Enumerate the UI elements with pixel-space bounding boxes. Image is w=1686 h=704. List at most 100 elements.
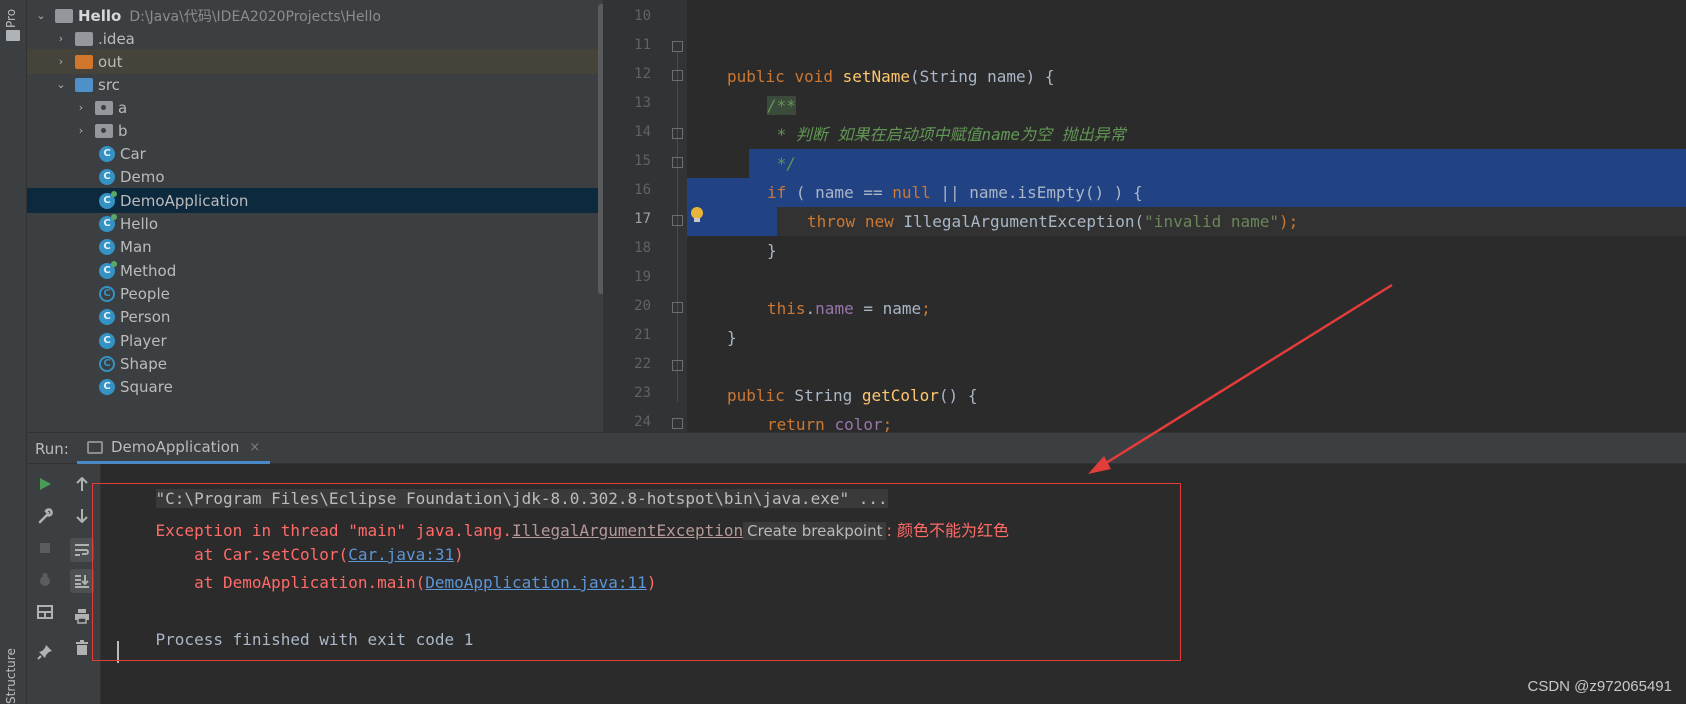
tree-item-car[interactable]: C Car (27, 141, 603, 166)
class-icon: C (99, 238, 115, 255)
tree-item-label: .idea (98, 29, 135, 48)
runnable-class-icon: C (99, 190, 117, 209)
class-icon: C (99, 168, 115, 185)
tree-item-person[interactable]: C Person (27, 304, 603, 329)
abstract-class-icon: C (99, 285, 115, 302)
line-number: 14 (634, 124, 651, 140)
runnable-class-icon: C (99, 213, 117, 232)
line-number: 12 (634, 66, 651, 82)
tree-item-label: Car (120, 144, 146, 163)
code-line-15: if ( name == null || name.isEmpty() ) { (767, 183, 1143, 202)
chevron-down-icon[interactable]: ⌄ (53, 78, 69, 91)
tree-item-src[interactable]: ⌄ src (27, 72, 603, 97)
fold-marker-icon[interactable] (672, 215, 683, 226)
chevron-right-icon[interactable]: › (53, 55, 69, 68)
scroll-to-end-icon[interactable] (70, 569, 94, 593)
tree-item-package-b[interactable]: › b (27, 118, 603, 143)
chevron-down-icon[interactable]: ⌄ (33, 9, 49, 22)
package-icon (95, 100, 113, 115)
tree-item-hello[interactable]: C Hello (27, 211, 603, 236)
chevron-right-icon[interactable]: › (73, 101, 89, 114)
tree-item-idea[interactable]: › .idea (27, 26, 603, 51)
line-number: 11 (634, 37, 651, 53)
code-editor[interactable]: public void setName(String name) { /** *… (687, 0, 1686, 432)
line-number: 23 (634, 385, 651, 401)
code-line-22: public String getColor() { (727, 386, 978, 405)
tree-item-label: DemoApplication (120, 191, 249, 210)
run-tab-demoapplication[interactable]: DemoApplication × (77, 433, 271, 464)
class-icon: C (99, 145, 115, 162)
excluded-folder-icon (75, 54, 93, 69)
tree-item-method[interactable]: C Method (27, 258, 603, 283)
line-number: 20 (634, 298, 651, 314)
stack-trace-link[interactable]: DemoApplication.java:11 (425, 573, 647, 592)
rerun-icon[interactable] (33, 472, 57, 496)
tree-item-player[interactable]: C Player (27, 328, 603, 353)
line-number: 22 (634, 356, 651, 372)
debug-bug-icon[interactable] (33, 568, 57, 592)
tree-item-label: out (98, 52, 123, 71)
lightbulb-icon[interactable] (690, 207, 704, 223)
close-icon[interactable]: × (249, 440, 260, 455)
line-number: 17 (634, 211, 651, 227)
fold-marker-icon[interactable] (672, 302, 683, 313)
tree-item-package-a[interactable]: › a (27, 95, 603, 120)
fold-marker-icon[interactable] (672, 360, 683, 371)
fold-marker-icon[interactable] (672, 70, 683, 81)
tree-item-shape[interactable]: C Shape (27, 351, 603, 376)
runnable-class-icon: C (99, 260, 117, 279)
line-number: 15 (634, 153, 651, 169)
chevron-right-icon[interactable]: › (73, 124, 89, 137)
line-number: 19 (634, 269, 651, 285)
tree-item-label: Square (120, 377, 173, 396)
chevron-right-icon[interactable]: › (53, 32, 69, 45)
tree-item-label: b (118, 121, 128, 140)
tree-item-man[interactable]: C Man (27, 234, 603, 259)
module-folder-icon (55, 8, 73, 23)
structure-tool-tab[interactable]: Structure (4, 648, 18, 704)
line-number: 21 (634, 327, 651, 343)
tree-root-hello[interactable]: ⌄ Hello D:\Java\代码\IDEA2020Projects\Hell… (27, 3, 603, 28)
tree-item-demoapplication[interactable]: C DemoApplication (27, 188, 603, 213)
tree-item-label: Person (120, 307, 171, 326)
arrow-up-icon[interactable] (70, 472, 94, 496)
tree-item-label: People (120, 284, 170, 303)
tree-item-demo[interactable]: C Demo (27, 164, 603, 189)
tree-root-path: D:\Java\代码\IDEA2020Projects\Hello (129, 8, 381, 25)
soft-wrap-icon[interactable] (70, 538, 94, 562)
exception-class-link[interactable]: IllegalArgumentException (512, 521, 743, 540)
console-output[interactable]: "C:\Program Files\Eclipse Foundation\jdk… (101, 464, 1686, 704)
folder-icon (75, 31, 93, 46)
wrench-icon[interactable] (33, 504, 57, 528)
trash-icon[interactable] (70, 636, 94, 660)
stop-icon[interactable] (33, 536, 57, 560)
code-line-23: return color; (767, 415, 893, 432)
project-folder-icon[interactable] (6, 30, 20, 41)
tree-item-label: Player (120, 331, 167, 350)
code-line-19: this.name = name; (767, 299, 931, 318)
fold-marker-icon[interactable] (672, 157, 683, 168)
tree-item-out[interactable]: › out (27, 49, 603, 74)
code-line-20: } (727, 328, 737, 347)
fold-marker-icon[interactable] (672, 41, 683, 52)
tree-item-square[interactable]: C Square (27, 374, 603, 399)
print-icon[interactable] (70, 604, 94, 628)
layout-icon[interactable] (33, 600, 57, 624)
project-tool-tab[interactable]: Pro (4, 2, 18, 28)
tree-item-people[interactable]: C People (27, 281, 603, 306)
pin-icon[interactable] (33, 640, 57, 664)
arrow-down-icon[interactable] (70, 504, 94, 528)
line-number: 16 (634, 182, 651, 198)
create-breakpoint-button[interactable]: Create breakpoint (743, 522, 887, 540)
run-config-icon (87, 440, 103, 454)
code-line-11: public void setName(String name) { (727, 67, 1055, 86)
fold-marker-icon[interactable] (672, 418, 683, 429)
abstract-class-icon: C (99, 355, 115, 372)
class-icon: C (99, 378, 115, 395)
tree-item-label: Method (120, 261, 177, 280)
watermark: CSDN @z972065491 (1527, 678, 1672, 695)
tree-item-label: Demo (120, 167, 165, 186)
code-line-14: */ (767, 154, 796, 173)
fold-marker-icon[interactable] (672, 128, 683, 139)
left-tool-strip: Pro Structure (0, 0, 27, 704)
